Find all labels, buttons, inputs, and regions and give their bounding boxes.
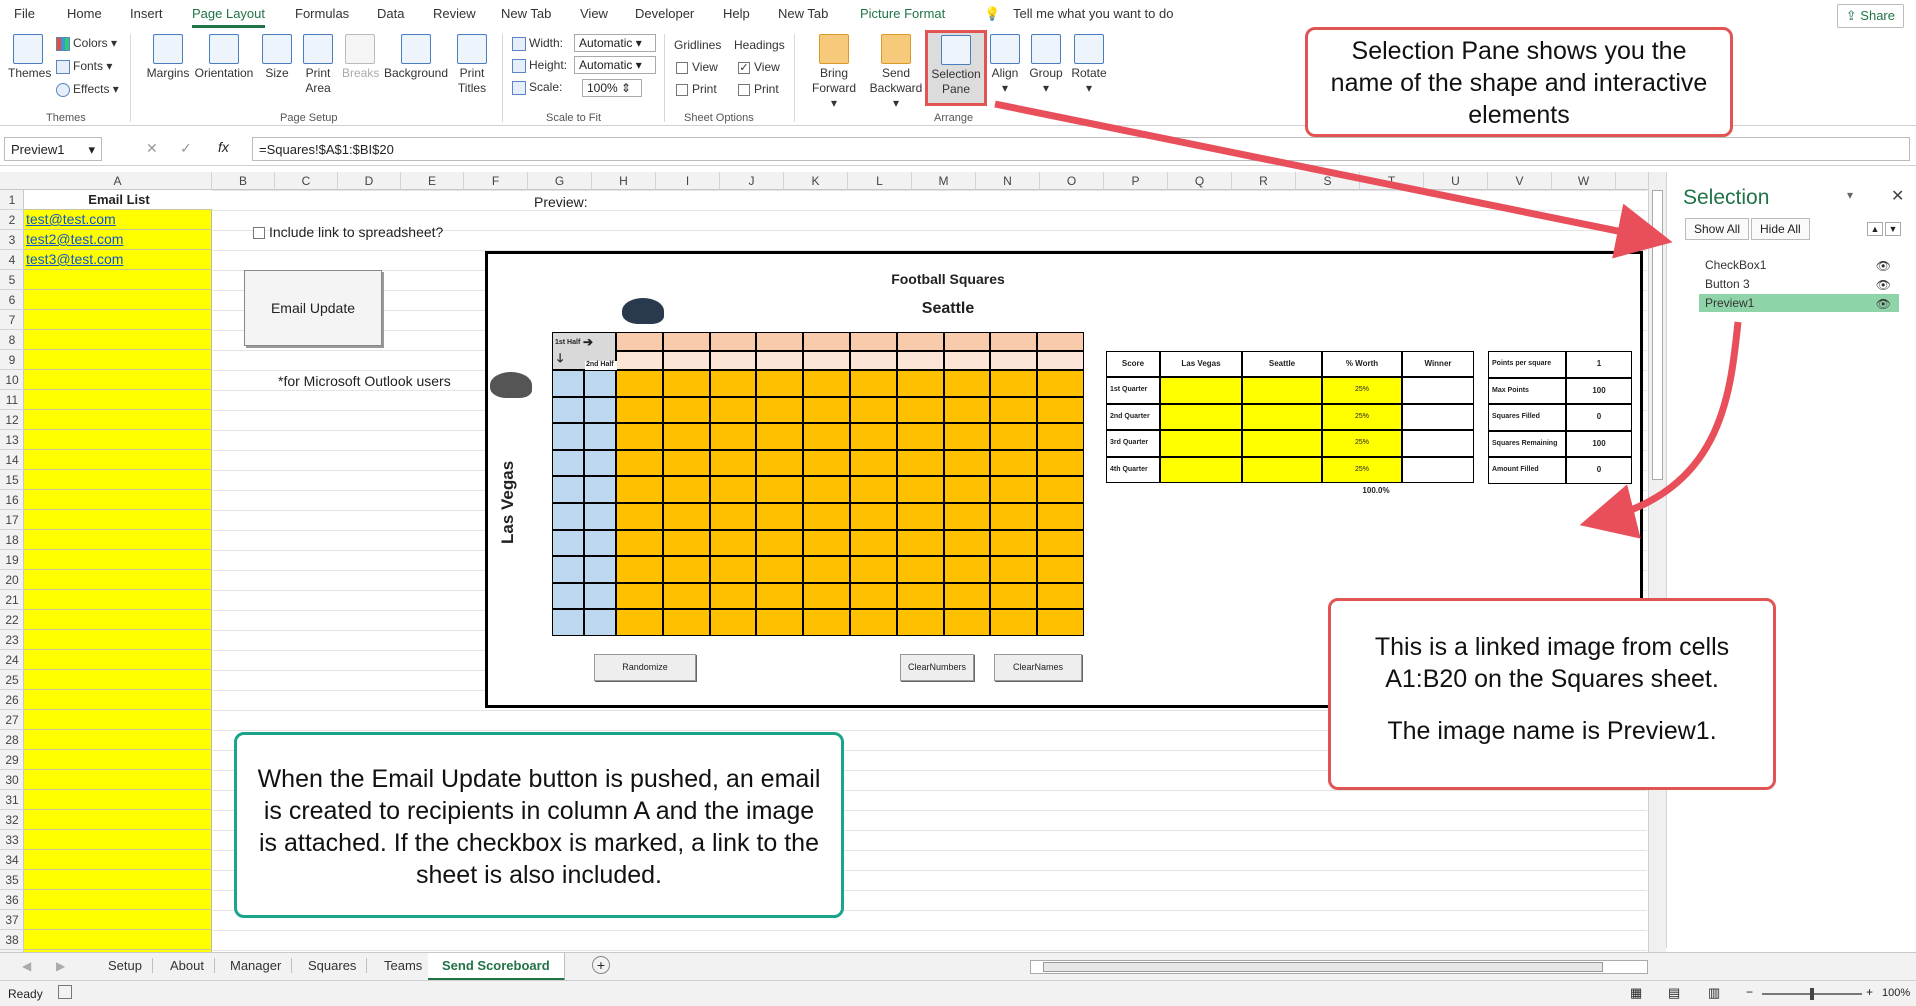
- tab-scroll-right-icon[interactable]: ▶: [56, 959, 65, 973]
- horizontal-scroll-thumb[interactable]: [1043, 962, 1603, 972]
- sheet-tab[interactable]: About: [160, 958, 215, 973]
- macro-record-icon[interactable]: [58, 985, 72, 999]
- email-update-callout: When the Email Update button is pushed, …: [234, 732, 844, 918]
- sheet-tab[interactable]: Manager: [220, 958, 293, 973]
- zoom-in-icon[interactable]: +: [1866, 985, 1873, 999]
- page-break-view-icon[interactable]: ▥: [1708, 985, 1720, 1001]
- zoom-level: 100%: [1882, 987, 1911, 999]
- tab-scroll-left-icon[interactable]: ◀: [22, 959, 31, 973]
- linked-image-text-2: The image name is Preview1.: [1387, 717, 1717, 745]
- add-sheet-icon[interactable]: +: [592, 956, 610, 974]
- linked-image-callout: This is a linked image from cells A1:B20…: [1328, 598, 1776, 790]
- zoom-slider-thumb[interactable]: [1810, 988, 1814, 1000]
- sheet-tab[interactable]: Setup: [98, 958, 153, 973]
- normal-view-icon[interactable]: ▦: [1630, 985, 1642, 1001]
- sheet-tabs-bar: ◀ ▶ Setup About Manager Squares Teams Send Sc…: [0, 952, 1916, 981]
- linked-image-text-1: This is a linked image from cells A1:B20…: [1374, 633, 1730, 693]
- zoom-slider[interactable]: [1762, 988, 1862, 1000]
- sheet-tab[interactable]: Squares: [298, 958, 368, 973]
- zoom-out-icon[interactable]: −: [1746, 985, 1753, 999]
- selection-pane-callout: Selection Pane shows you the name of the…: [1305, 27, 1733, 137]
- status-bar: Ready ▦ ▤ ▥ − + 100%: [0, 980, 1916, 1006]
- horizontal-scrollbar[interactable]: [1030, 960, 1648, 974]
- sheet-tab[interactable]: Teams: [374, 958, 434, 973]
- arrow-to-preview: [1579, 321, 1742, 539]
- page-layout-view-icon[interactable]: ▤: [1668, 985, 1680, 1001]
- ready-status: Ready: [8, 987, 43, 1001]
- sheet-tab[interactable]: Send Scoreboard: [428, 953, 565, 981]
